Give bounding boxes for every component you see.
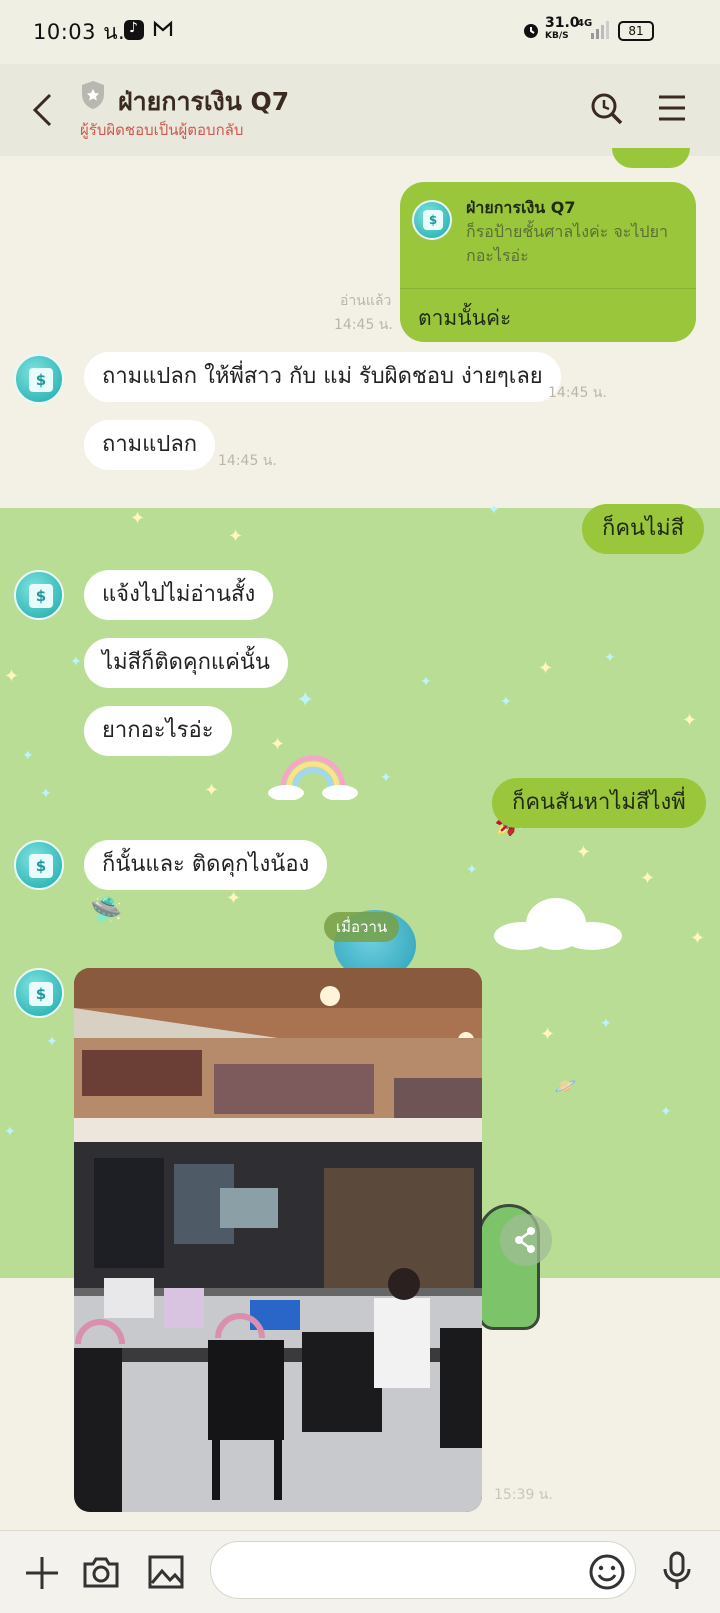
planet-decoration: 🪐 — [554, 1076, 577, 1097]
chat-header: ฝ่ายการเงิน Q7 ผู้รับผิดชอบเป็นผู้ตอบกลั… — [0, 64, 720, 156]
reply-bubble[interactable]: $ ฝ่ายการเงิน Q7 ก็รอป้ายชั้นศาลไงค่ะ จะ… — [400, 182, 696, 342]
reply-time: 14:45 น. — [334, 317, 393, 333]
quoted-name: ฝ่ายการเงิน Q7 — [466, 198, 576, 217]
outgoing-message[interactable]: ก็คนไม่สี — [582, 504, 705, 554]
incoming-message[interactable]: ถามแปลก ให้พี่สาว กับ แม่ รับผิดชอบ ง่าย… — [84, 352, 561, 402]
chat-title: ฝ่ายการเงิน Q7 — [118, 87, 290, 116]
share-icon[interactable] — [500, 1214, 552, 1266]
reply-text: ตามนั้นค่ะ — [418, 306, 512, 330]
battery-indicator: 81 — [618, 21, 654, 41]
net-speed: 31.0 KB/S — [545, 15, 580, 41]
date-divider: เมื่อวาน — [324, 912, 400, 942]
menu-icon[interactable] — [658, 94, 686, 126]
incoming-message[interactable]: ถามแปลก — [84, 420, 216, 470]
outgoing-message[interactable]: ก็คนสันหาไม่สีไงพี่ — [492, 778, 706, 828]
message-time: 14:45 น. — [548, 385, 607, 401]
incoming-message[interactable]: ไม่สีก็ติดคุกแค่นั้น — [84, 638, 288, 688]
back-arrow-icon[interactable] — [30, 92, 56, 132]
cloud-decoration — [488, 894, 624, 956]
status-bar: 10:03 น. ♪ 31.0 KB/S 4G 81 — [0, 0, 720, 64]
chat-area-top: $ ฝ่ายการเงิน Q7 ก็รอป้ายชั้นศาลไงค่ะ จะ… — [0, 148, 720, 508]
incoming-message[interactable]: ก็นั้นและ ติดคุกไงน้อง — [84, 840, 328, 890]
previous-bubble-tail — [612, 148, 690, 168]
photo-time: 15:39 น. — [494, 1487, 553, 1503]
search-icon[interactable] — [590, 92, 624, 130]
plus-icon[interactable] — [24, 1555, 60, 1595]
emoji-icon[interactable] — [588, 1553, 626, 1595]
camera-icon[interactable] — [82, 1555, 120, 1593]
message-input[interactable] — [210, 1541, 636, 1599]
mic-icon[interactable] — [662, 1551, 692, 1595]
alarm-icon — [521, 20, 541, 44]
signal-icon — [590, 20, 612, 44]
sender-avatar[interactable]: $ — [14, 570, 64, 620]
photo-message[interactable] — [74, 968, 482, 1512]
gallery-icon[interactable] — [148, 1555, 184, 1593]
sender-avatar[interactable]: $ — [14, 840, 64, 890]
tiktok-icon: ♪ — [124, 20, 144, 40]
input-bar — [0, 1530, 720, 1613]
shield-icon — [80, 80, 106, 114]
mail-icon — [153, 20, 173, 42]
incoming-message[interactable]: ยากอะไรอ่ะ — [84, 706, 232, 756]
quoted-avatar: $ — [412, 200, 452, 240]
ufo-decoration: 🛸 — [90, 896, 123, 926]
sender-avatar[interactable]: $ — [14, 968, 64, 1018]
incoming-message[interactable]: แจ้งไปไม่อ่านสั้ง — [84, 570, 274, 620]
read-receipt: อ่านแล้ว — [340, 293, 392, 309]
status-time: 10:03 น. — [33, 20, 126, 44]
message-time: 14:45 น. — [218, 453, 277, 469]
chat-subtitle: ผู้รับผิดชอบเป็นผู้ตอบกลับ — [80, 121, 244, 139]
reply-divider — [400, 288, 696, 289]
rainbow-decoration — [268, 748, 358, 804]
quoted-text: ก็รอป้ายชั้นศาลไงค่ะ จะไปยากอะไรอ่ะ — [466, 222, 668, 265]
sender-avatar[interactable]: $ — [14, 354, 64, 404]
